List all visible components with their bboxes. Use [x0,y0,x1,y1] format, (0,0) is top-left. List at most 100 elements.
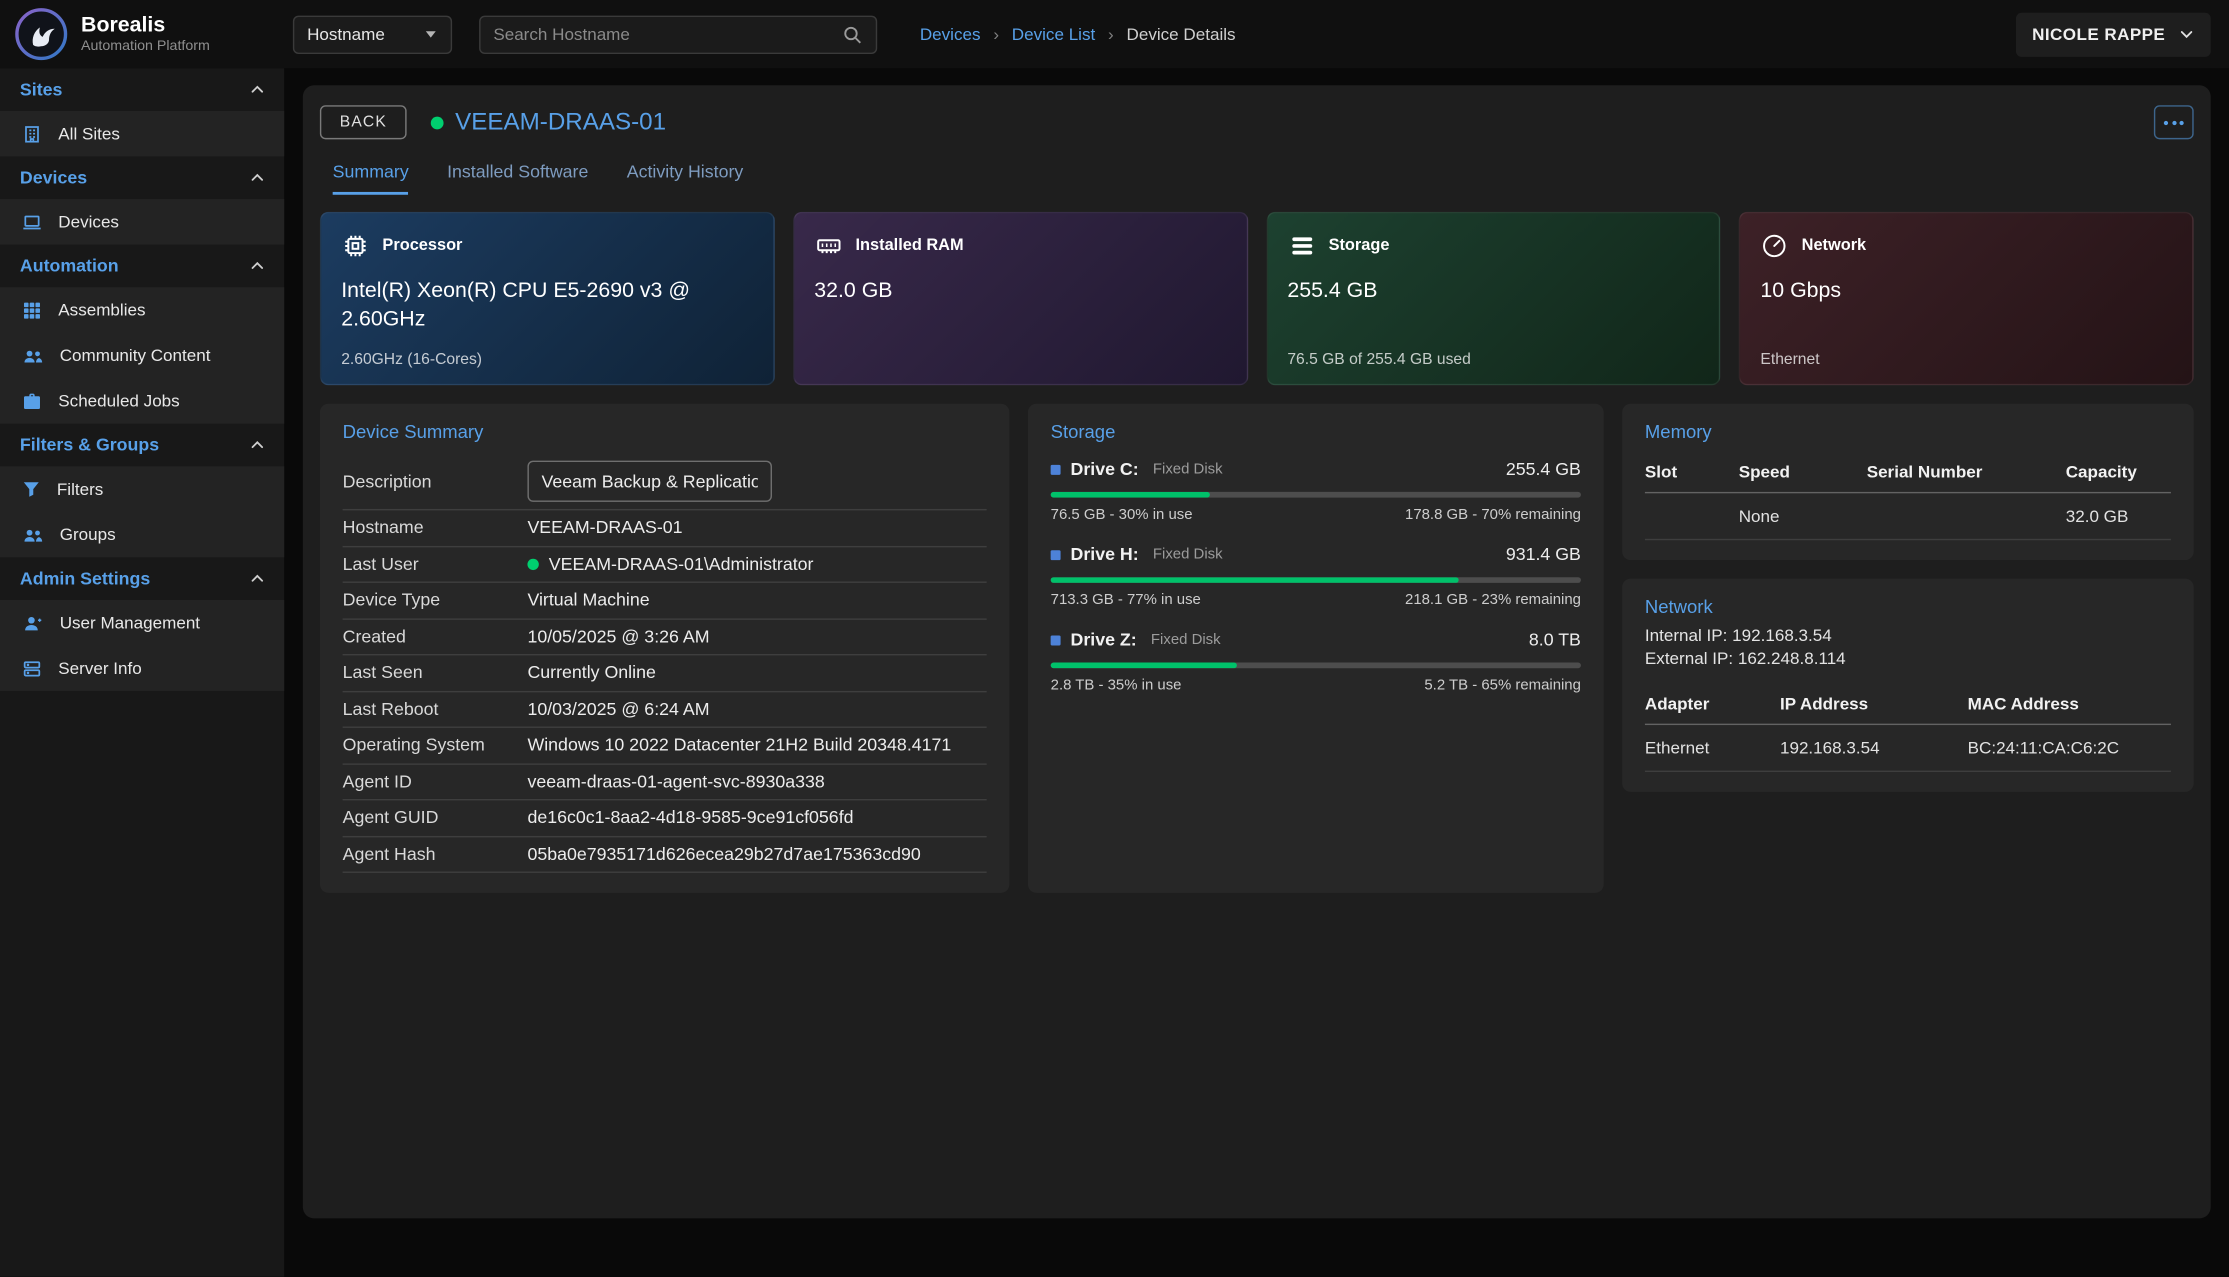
row-label: Last User [343,554,528,574]
tab-installed-software[interactable]: Installed Software [447,162,588,195]
drive-remaining-text: 5.2 TB - 65% remaining [1424,677,1581,694]
cpu-icon [341,232,369,260]
user-menu-label: NICOLE RAPPE [2032,24,2165,44]
sidebar-item-assemblies[interactable]: Assemblies [0,287,284,332]
network-card-label: Network [1802,237,1867,254]
sidebar-item-user-management[interactable]: User Management [0,600,284,645]
device-summary-table: Description Hostname VEEAM-DRAAS-01 Last… [343,454,987,873]
table-row: Last Reboot 10/03/2025 @ 6:24 AM [343,692,987,728]
drive-size: 931.4 GB [1506,545,1581,565]
sidebar-item-filters[interactable]: Filters [0,466,284,511]
table-row: Ethernet 192.168.3.54 BC:24:11:CA:C6:2C [1645,725,2171,772]
sidebar-section-label: Devices [20,168,87,188]
drive-type: Fixed Disk [1151,631,1221,648]
storage-card-label: Storage [1329,237,1390,254]
breadcrumb-separator: › [1108,24,1114,44]
device-summary-title: Device Summary [343,421,987,442]
sidebar-section-automation[interactable]: Automation [0,245,284,288]
sidebar-section-label: Sites [20,80,62,100]
row-label: Hostname [343,518,528,538]
sidebar-item-label: Assemblies [58,300,145,320]
drive-row-h: Drive H: Fixed Disk 931.4 GB 713.3 GB - … [1051,545,1581,609]
tab-activity-history[interactable]: Activity History [627,162,744,195]
sidebar-section-filters-groups[interactable]: Filters & Groups [0,424,284,467]
brand[interactable]: Borealis Automation Platform [0,7,284,61]
breadcrumb-device-list[interactable]: Device List [1012,24,1095,44]
row-label: Agent ID [343,772,528,792]
network-panel: Network Internal IP: 192.168.3.54 Extern… [1622,579,2194,792]
stat-cards: Processor Intel(R) Xeon(R) CPU E5-2690 v… [320,212,2194,385]
storage-panel-title: Storage [1051,421,1581,442]
content-area: BACK VEEAM-DRAAS-01 Summary Installed So… [284,68,2229,1276]
brand-text: Borealis Automation Platform [81,14,210,53]
drive-bullet-icon [1051,549,1061,559]
sidebar-items-automation: Assemblies Community Content Scheduled J… [0,287,284,423]
column-header: Speed [1739,462,1867,482]
drive-used-text: 2.8 TB - 35% in use [1051,677,1182,694]
internal-ip: Internal IP: 192.168.3.54 [1645,626,2171,646]
chevron-up-icon [249,436,266,453]
sidebar-section-sites[interactable]: Sites [0,68,284,111]
row-label: Agent GUID [343,808,528,828]
sidebar-item-scheduled-jobs[interactable]: Scheduled Jobs [0,378,284,423]
table-row: Agent GUID de16c0c1-8aa2-4d18-9585-9ce91… [343,800,987,836]
user-management-icon [21,612,44,633]
sidebar-item-label: Community Content [60,345,211,365]
processor-card: Processor Intel(R) Xeon(R) CPU E5-2690 v… [320,212,775,385]
memory-capacity: 32.0 GB [2066,506,2171,526]
table-row: Hostname VEEAM-DRAAS-01 [343,510,987,546]
sidebar-item-label: Groups [60,525,116,545]
storage-stack-icon [1287,232,1315,260]
row-label: Last Reboot [343,699,528,719]
column-header: MAC Address [1968,694,2171,714]
storage-sub: 76.5 GB of 255.4 GB used [1287,351,1470,368]
description-input[interactable] [527,461,772,502]
row-value: 10/05/2025 @ 3:26 AM [527,627,986,647]
tab-summary[interactable]: Summary [333,162,409,195]
network-value: 10 Gbps [1760,277,2158,306]
back-button[interactable]: BACK [320,105,407,139]
drive-remaining-text: 178.8 GB - 70% remaining [1405,506,1581,523]
search-input[interactable] [493,24,841,44]
drive-name: Drive H: [1071,545,1139,565]
right-column: Memory Slot Speed Serial Number Capacity… [1622,404,2194,893]
drive-row-c: Drive C: Fixed Disk 255.4 GB 76.5 GB - 3… [1051,459,1581,523]
user-menu-button[interactable]: NICOLE RAPPE [2017,12,2211,56]
hostname-filter-dropdown[interactable]: Hostname [293,15,452,53]
sidebar-section-devices[interactable]: Devices [0,156,284,199]
row-label: Created [343,627,528,647]
column-header: IP Address [1780,694,1968,714]
tab-bar: Summary Installed Software Activity Hist… [320,162,2194,195]
ram-icon [814,232,842,260]
breadcrumb-devices[interactable]: Devices [920,24,981,44]
drive-name: Drive C: [1071,459,1139,479]
sidebar-item-all-sites[interactable]: All Sites [0,111,284,156]
table-row: Agent ID veeam-draas-01-agent-svc-8930a3… [343,764,987,800]
detail-grid: Device Summary Description Hostname VEEA… [320,404,2194,893]
column-header: Slot [1645,462,1739,482]
online-status-icon [527,558,538,569]
sidebar-item-community-content[interactable]: Community Content [0,333,284,378]
ram-value: 32.0 GB [814,277,1212,306]
chevron-up-icon [249,169,266,186]
sidebar-item-devices[interactable]: Devices [0,199,284,244]
adapter-ip: 192.168.3.54 [1780,738,1968,758]
sidebar-item-label: Devices [58,212,119,232]
search-box [479,15,877,53]
storage-card: Storage 255.4 GB 76.5 GB of 255.4 GB use… [1266,212,1721,385]
chevron-up-icon [249,257,266,274]
memory-table: Slot Speed Serial Number Capacity None 3… [1645,451,2171,541]
row-value: Windows 10 2022 Datacenter 21H2 Build 20… [527,735,986,755]
sidebar-item-label: Server Info [58,658,141,678]
ram-card: Installed RAM 32.0 GB [793,212,1248,385]
chevron-down-icon [2178,26,2195,43]
sidebar-item-server-info[interactable]: Server Info [0,645,284,690]
search-icon[interactable] [842,23,863,44]
more-options-button[interactable] [2154,105,2194,139]
sidebar-section-admin-settings[interactable]: Admin Settings [0,557,284,600]
sidebar-item-groups[interactable]: Groups [0,512,284,557]
topbar: Borealis Automation Platform Hostname De… [0,0,2229,68]
storage-panel: Storage Drive C: Fixed Disk 255.4 GB 76.… [1028,404,1604,893]
table-row: Device Type Virtual Machine [343,583,987,619]
table-row: Description [343,454,987,511]
